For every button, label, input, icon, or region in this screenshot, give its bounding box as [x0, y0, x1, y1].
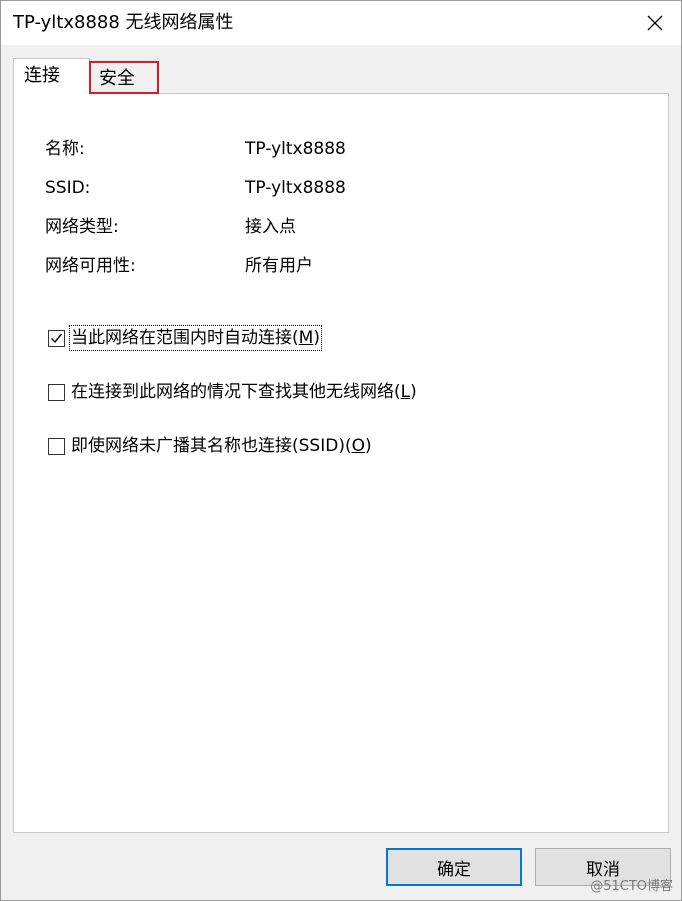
- auto-connect-option[interactable]: 当此网络在范围内时自动连接(M): [48, 325, 322, 351]
- ssid-value: TP-yltx8888: [245, 178, 346, 198]
- title-bar: TP-yltx8888 无线网络属性: [1, 1, 681, 45]
- connect-hidden-ssid-checkbox[interactable]: [48, 437, 65, 455]
- name-value: TP-yltx8888: [245, 139, 346, 159]
- name-label: 名称:: [45, 139, 85, 159]
- close-button[interactable]: [629, 1, 681, 45]
- tab-connection[interactable]: 连接: [13, 58, 90, 94]
- ok-button[interactable]: 确定: [386, 848, 522, 886]
- window-title: TP-yltx8888 无线网络属性: [13, 12, 234, 33]
- ssid-label: SSID:: [45, 178, 91, 198]
- availability-label: 网络可用性:: [45, 256, 136, 276]
- availability-value: 所有用户: [245, 256, 313, 276]
- tab-connection-label: 连接: [24, 65, 60, 86]
- search-other-networks-option[interactable]: 在连接到此网络的情况下查找其他无线网络(L): [48, 381, 417, 403]
- close-icon: [647, 15, 663, 31]
- search-other-networks-checkbox[interactable]: [48, 383, 65, 401]
- network-type-value: 接入点: [245, 217, 296, 237]
- auto-connect-label: 当此网络在范围内时自动连接(M): [69, 325, 322, 351]
- watermark: @51CTO博客: [590, 879, 673, 894]
- connection-panel: 名称: TP-yltx8888 SSID: TP-yltx8888 网络类型: …: [13, 93, 669, 833]
- connect-hidden-ssid-label: 即使网络未广播其名称也连接(SSID)(O): [71, 436, 372, 456]
- search-other-networks-label: 在连接到此网络的情况下查找其他无线网络(L): [71, 382, 417, 402]
- auto-connect-checkbox[interactable]: [48, 329, 65, 347]
- wireless-properties-window: TP-yltx8888 无线网络属性 连接 安全 名称: TP-yltx8888…: [0, 0, 682, 901]
- tab-security-label: 安全: [99, 68, 135, 89]
- checkmark-icon: [51, 333, 63, 343]
- network-type-label: 网络类型:: [45, 217, 119, 237]
- tab-security[interactable]: 安全: [89, 61, 159, 94]
- connect-hidden-ssid-option[interactable]: 即使网络未广播其名称也连接(SSID)(O): [48, 435, 372, 457]
